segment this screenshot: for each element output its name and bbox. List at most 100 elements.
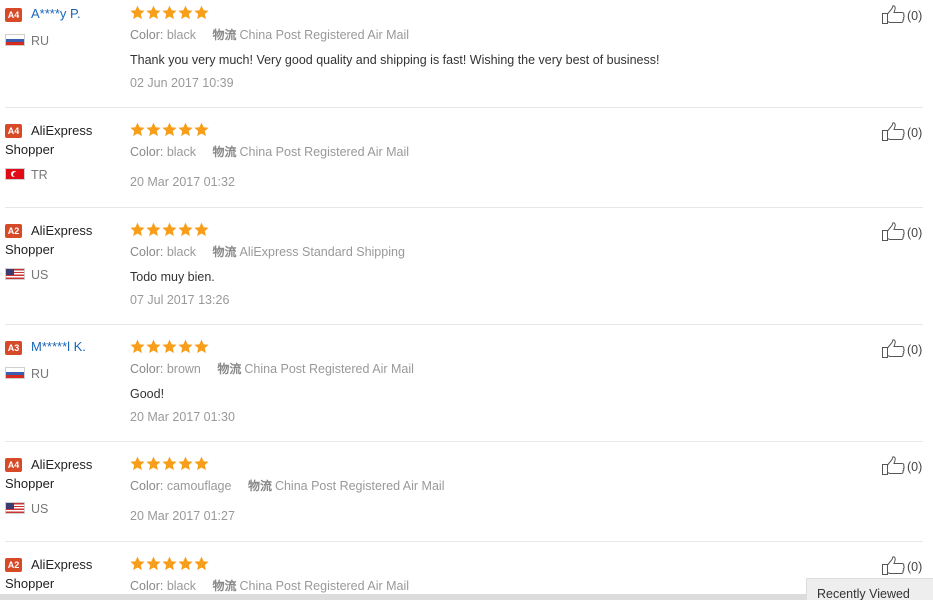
star-rating: [130, 556, 209, 573]
shipping-label: 物流: [212, 145, 237, 159]
review-date: 20 Mar 2017 01:30: [130, 410, 235, 424]
star-icon: [146, 556, 161, 571]
divider: [5, 207, 923, 208]
buyer-level-badge: A4: [5, 8, 22, 22]
buyer-name-line2: Shopper: [5, 476, 55, 491]
star-icon: [130, 5, 145, 20]
color-value: black: [166, 145, 197, 159]
star-icon: [194, 222, 209, 237]
color-value: black: [166, 245, 197, 259]
review-text: Good!: [130, 387, 165, 401]
star-icon: [178, 122, 193, 137]
star-rating: [130, 339, 209, 356]
buyer-level-badge: A2: [5, 224, 22, 238]
country-flag-icon: [5, 268, 25, 280]
buyer-country: TR: [31, 168, 48, 182]
like-count: (0): [907, 226, 923, 240]
buyer-name[interactable]: M*****l K.: [31, 337, 86, 356]
thumbs-up-icon[interactable]: [881, 5, 906, 25]
buyer-country: US: [31, 268, 49, 282]
color-label: Color:: [130, 579, 164, 593]
recently-viewed-tab[interactable]: Recently Viewed: [806, 578, 933, 600]
star-icon: [130, 556, 145, 571]
thumbs-up-icon[interactable]: [881, 456, 906, 476]
star-icon: [178, 5, 193, 20]
divider: [5, 441, 923, 442]
color-label: Color:: [130, 145, 164, 159]
order-info: Color: black 物流 China Post Registered Air…: [130, 27, 409, 43]
star-icon: [146, 222, 161, 237]
star-icon: [194, 556, 209, 571]
buyer-country: RU: [31, 367, 50, 381]
shipping-value: China Post Registered Air Mail: [239, 579, 410, 593]
star-icon: [146, 339, 161, 354]
order-info: Color: camouflage 物流 China Post Registere…: [130, 478, 444, 494]
like-count: (0): [907, 460, 923, 474]
order-info: Color: brown 物流 China Post Registered Air…: [130, 361, 414, 377]
buyer-name[interactable]: A****y P.: [31, 4, 81, 23]
shipping-label: 物流: [247, 479, 272, 493]
like-count: (0): [907, 343, 923, 357]
thumbs-up-icon[interactable]: [881, 122, 906, 142]
color-value: black: [166, 579, 197, 593]
star-rating: [130, 222, 209, 239]
star-icon: [178, 456, 193, 471]
like-count: (0): [907, 126, 923, 140]
star-icon: [130, 456, 145, 471]
star-rating: [130, 456, 209, 473]
divider: [5, 107, 923, 108]
star-icon: [194, 122, 209, 137]
star-icon: [178, 556, 193, 571]
star-icon: [194, 5, 209, 20]
color-value: black: [166, 28, 197, 42]
star-icon: [146, 456, 161, 471]
buyer-name-line2: Shopper: [5, 242, 55, 257]
like-count: (0): [907, 9, 923, 23]
star-icon: [178, 339, 193, 354]
color-label: Color:: [130, 362, 164, 376]
star-icon: [162, 122, 177, 137]
color-label: Color:: [130, 28, 164, 42]
star-rating: [130, 5, 209, 22]
shipping-label: 物流: [212, 579, 237, 593]
thumbs-up-icon[interactable]: [881, 339, 906, 359]
buyer-level-badge: A2: [5, 558, 22, 572]
thumbs-up-icon[interactable]: [881, 222, 906, 242]
star-icon: [130, 122, 145, 137]
review-date: 07 Jul 2017 13:26: [130, 293, 230, 307]
buyer-name-line2: Shopper: [5, 576, 55, 591]
color-value: camouflage: [166, 479, 232, 493]
buyer-level-badge: A3: [5, 341, 22, 355]
color-value: brown: [166, 362, 201, 376]
star-rating: [130, 122, 209, 139]
buyer-name: AliExpress: [31, 457, 93, 472]
shipping-value: China Post Registered Air Mail: [239, 28, 410, 42]
review-date: 02 Jun 2017 10:39: [130, 76, 234, 90]
buyer-name-line2: Shopper: [5, 142, 55, 157]
star-icon: [162, 456, 177, 471]
divider: [5, 324, 923, 325]
shipping-label: 物流: [212, 245, 237, 259]
shipping-value: China Post Registered Air Mail: [239, 145, 410, 159]
star-icon: [162, 5, 177, 20]
order-info: Color: black 物流 AliExpress Standard Shipp…: [130, 244, 405, 260]
country-flag-icon: [5, 367, 25, 379]
star-icon: [162, 222, 177, 237]
color-label: Color:: [130, 479, 164, 493]
country-flag-icon: [5, 502, 25, 514]
buyer-country: US: [31, 502, 49, 516]
horizontal-scrollbar[interactable]: [0, 594, 806, 600]
review-date: 20 Mar 2017 01:27: [130, 509, 235, 523]
review-text: Todo muy bien.: [130, 270, 215, 284]
shipping-value: China Post Registered Air Mail: [244, 362, 414, 376]
star-icon: [194, 339, 209, 354]
divider: [5, 541, 923, 542]
order-info: Color: black 物流 China Post Registered Air…: [130, 144, 409, 160]
like-count: (0): [907, 560, 923, 574]
buyer-name: AliExpress: [31, 123, 93, 138]
shipping-value: AliExpress Standard Shipping: [239, 245, 405, 259]
star-icon: [130, 222, 145, 237]
thumbs-up-icon[interactable]: [881, 556, 906, 576]
buyer-level-badge: A4: [5, 458, 22, 472]
country-flag-icon: [5, 168, 25, 180]
